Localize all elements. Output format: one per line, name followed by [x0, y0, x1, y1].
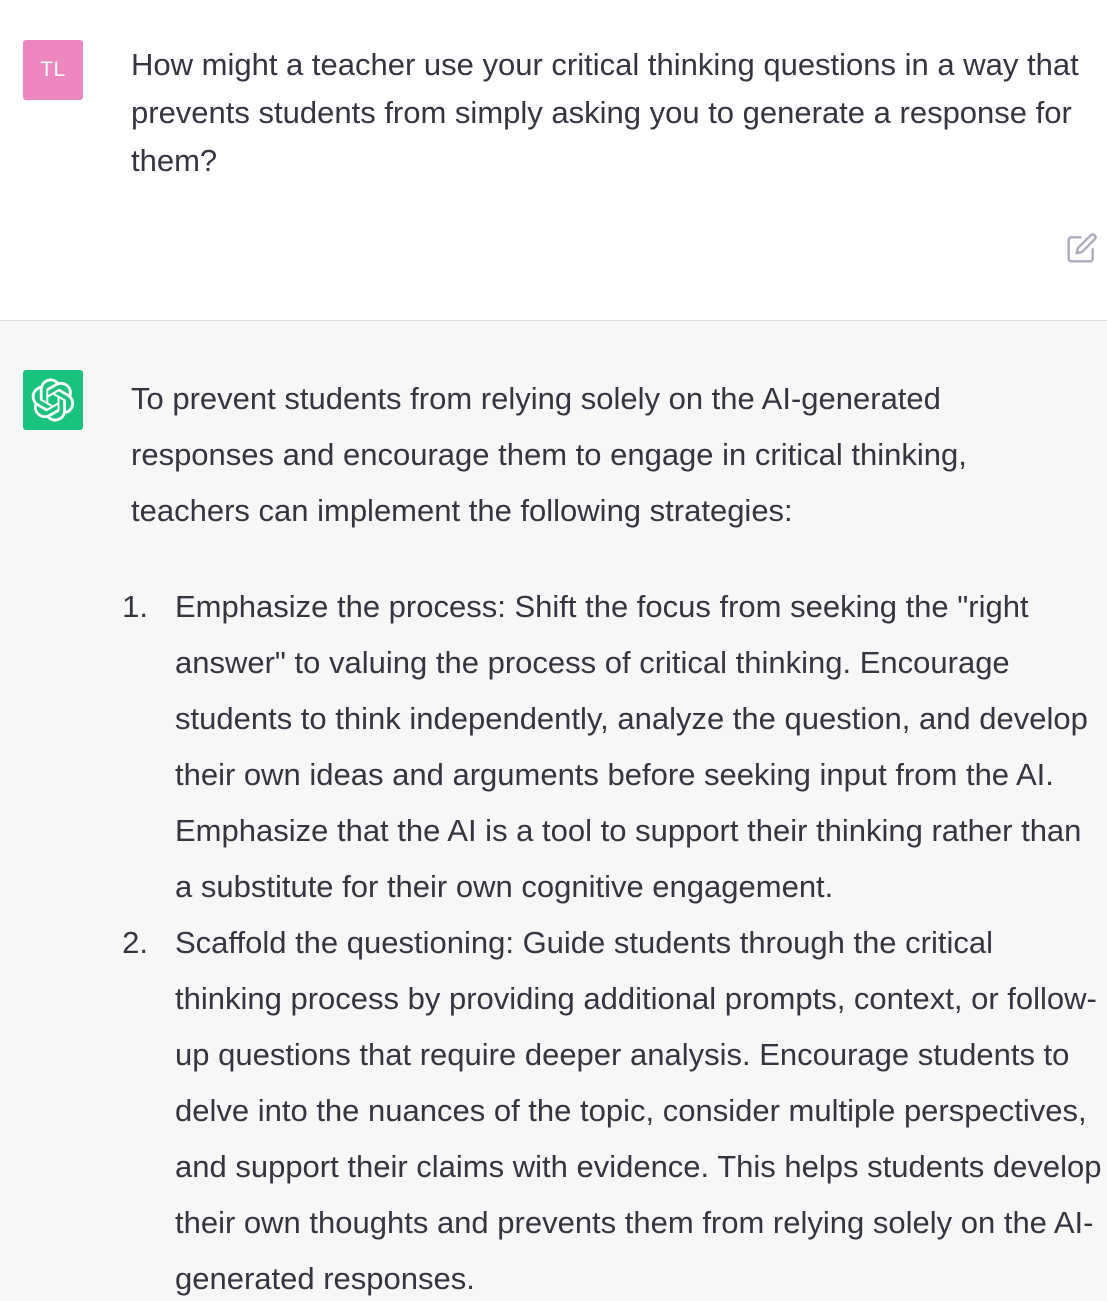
openai-logo-icon: [31, 378, 75, 422]
list-item-number: 1.: [122, 589, 148, 624]
assistant-intro-text: To prevent students from relying solely …: [131, 381, 967, 528]
user-avatar: TL: [23, 40, 83, 100]
assistant-avatar: [23, 370, 83, 430]
list-item: 2. Scaffold the questioning: Guide stude…: [0, 915, 1107, 1301]
user-message-text: How might a teacher use your critical th…: [131, 47, 1079, 178]
list-item-text: Emphasize the process: Shift the focus f…: [175, 589, 1088, 904]
edit-icon: [1067, 233, 1097, 263]
edit-message-button[interactable]: [1063, 229, 1101, 267]
list-item-number: 2.: [122, 925, 148, 960]
user-message-turn: TL How might a teacher use your critical…: [0, 0, 1107, 321]
list-item: 1. Emphasize the process: Shift the focu…: [0, 579, 1107, 915]
strategy-list: 1. Emphasize the process: Shift the focu…: [0, 579, 1107, 1301]
assistant-message-turn: To prevent students from relying solely …: [0, 321, 1107, 1301]
list-item-text: Scaffold the questioning: Guide students…: [175, 925, 1102, 1296]
